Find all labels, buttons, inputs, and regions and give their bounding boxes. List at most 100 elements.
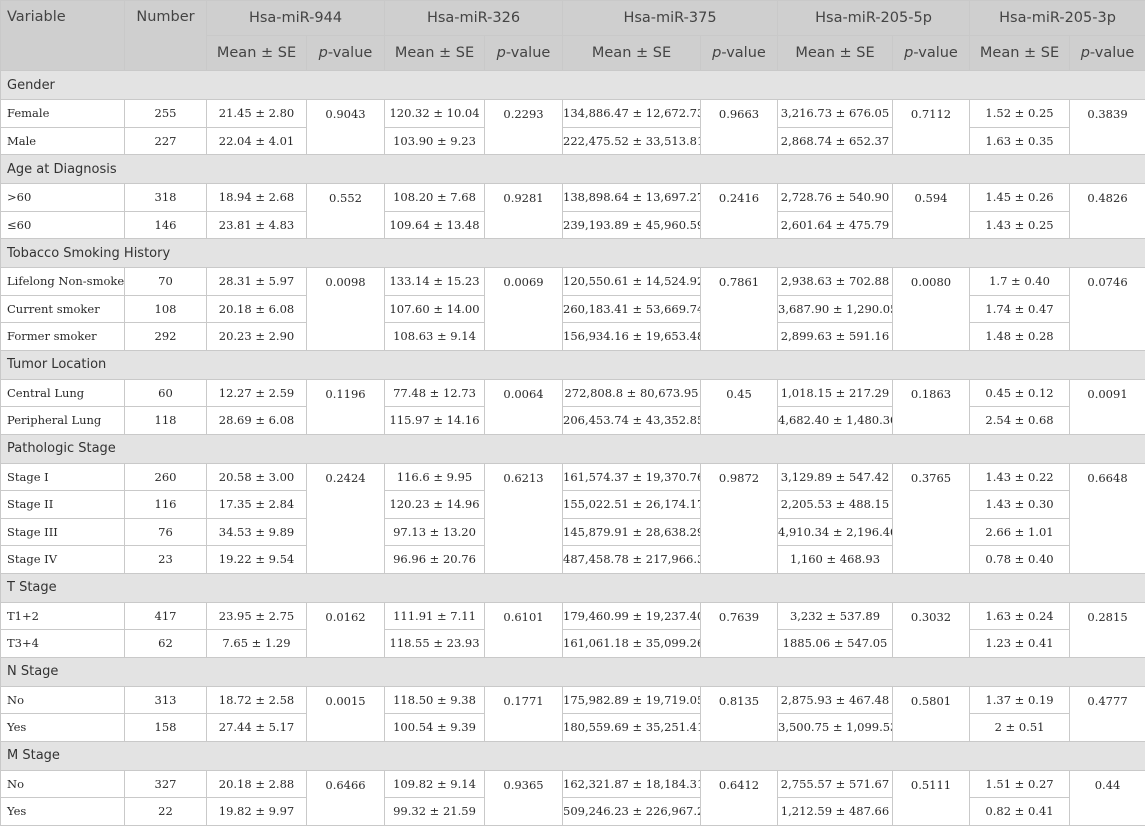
number-cell: 255 — [124, 99, 207, 128]
p-value-cell: 0.7861 — [700, 267, 778, 351]
table-row: Yes 158 27.44 ± 5.17 100.54 ± 9.39 180,559.6… — [0, 713, 1145, 742]
variable-cell: Central Lung — [0, 378, 125, 407]
mean-se-cell: 206,453.74 ± 43,352.85 — [562, 406, 701, 435]
number-cell: 227 — [124, 126, 207, 155]
number-cell: 118 — [124, 406, 207, 435]
section-row: Age at Diagnosis — [0, 154, 1145, 184]
mean-se-cell: 120.23 ± 14.96 — [384, 490, 485, 519]
mean-se-cell: 21.45 ± 2.80 — [206, 99, 307, 128]
mean-se-cell: 109.64 ± 13.48 — [384, 210, 485, 239]
mean-se-cell: 1.7 ± 0.40 — [969, 267, 1071, 296]
p-value-cell: 0.44 — [1069, 769, 1145, 826]
section-title: Gender — [0, 70, 1145, 100]
section-title: Pathologic Stage — [0, 433, 1145, 464]
mean-se-cell: 0.45 ± 0.12 — [969, 378, 1071, 407]
mean-se-cell: 239,193.89 ± 45,960.59 — [562, 210, 701, 239]
mean-se-cell: 116.6 ± 9.95 — [384, 462, 485, 491]
mean-se-cell: 2,728.76 ± 540.90 — [777, 183, 893, 212]
mean-se-cell: 1.51 ± 0.27 — [969, 769, 1071, 798]
number-cell: 23 — [124, 545, 207, 574]
p-value-cell: 0.8135 — [700, 685, 778, 742]
table-row: Stage II 116 17.35 ± 2.84 120.23 ± 14.96 155… — [0, 490, 1145, 519]
table-row: Yes 22 19.82 ± 9.97 99.32 ± 21.59 509,246.23… — [0, 797, 1145, 826]
p-value-cell: 0.2293 — [484, 99, 563, 155]
p-value-cell: 0.6412 — [700, 769, 778, 826]
mean-se-cell: 1.43 ± 0.22 — [969, 462, 1071, 491]
p-value-cell: 0.6101 — [484, 601, 563, 658]
section-row: T Stage — [0, 572, 1145, 603]
variable-cell: >60 — [0, 183, 125, 212]
header-mean-se: Mean ± SE — [777, 35, 893, 71]
mean-se-cell: 2.54 ± 0.68 — [969, 406, 1071, 435]
header-mean-se: Mean ± SE — [562, 35, 701, 71]
mean-se-cell: 118.55 ± 23.93 — [384, 629, 485, 658]
table-row: >60 318 18.94 ± 2.68 0.552 108.20 ± 7.68 0.92… — [0, 183, 1145, 239]
mean-se-cell: 3,500.75 ± 1,099.53 — [777, 713, 893, 742]
p-value-cell: 0.552 — [306, 183, 385, 239]
header-mean-se: Mean ± SE — [969, 35, 1071, 71]
mean-se-cell: 7.65 ± 1.29 — [206, 629, 307, 658]
p-value-cell: 0.2416 — [700, 183, 778, 239]
table-row: Stage III 76 34.53 ± 9.89 97.13 ± 13.20 145,… — [0, 517, 1145, 546]
table-row: Lifelong Non-smoker 70 28.31 ± 5.97 0.0098 1… — [0, 267, 1145, 351]
mean-se-cell: 0.82 ± 0.41 — [969, 797, 1071, 826]
mean-se-cell: 2 ± 0.51 — [969, 713, 1071, 742]
p-value-cell: 0.3032 — [891, 601, 971, 658]
table-row: T1+2 417 23.95 ± 2.75 0.0162 111.91 ± 7.11 0.… — [0, 601, 1145, 658]
variable-cell: Stage IV — [0, 545, 125, 574]
mean-se-cell: 1.43 ± 0.30 — [969, 490, 1071, 519]
mean-se-cell: 2,875.93 ± 467.48 — [777, 685, 893, 714]
mean-se-cell: 155,022.51 ± 26,174.17 — [562, 490, 701, 519]
mean-se-cell: 100.54 ± 9.39 — [384, 713, 485, 742]
header-mirna-205-5p: Hsa-miR-205-5p — [776, 0, 971, 36]
mean-se-cell: 134,886.47 ± 12,672.73 — [562, 99, 701, 128]
mean-se-cell: 3,129.89 ± 547.42 — [777, 462, 893, 491]
mean-se-cell: 3,232 ± 537.89 — [777, 601, 893, 630]
header-p-value: p-value — [891, 35, 971, 71]
p-value-cell: 0.0091 — [1069, 378, 1145, 435]
table-row: T3+4 62 7.65 ± 1.29 118.55 ± 23.93 161,061.1… — [0, 629, 1145, 658]
table-row: Current smoker 108 20.18 ± 6.08 107.60 ± 14… — [0, 294, 1145, 323]
number-cell: 76 — [124, 517, 207, 546]
table-row: Former smoker 292 20.23 ± 2.90 108.63 ± 9.1… — [0, 322, 1145, 351]
p-value-cell: 0.5111 — [891, 769, 971, 826]
mean-se-cell: 2,205.53 ± 488.15 — [777, 490, 893, 519]
mean-se-cell: 17.35 ± 2.84 — [206, 490, 307, 519]
table-row: No 313 18.72 ± 2.58 0.0015 118.50 ± 9.38 0.17… — [0, 685, 1145, 742]
mean-se-cell: 109.82 ± 9.14 — [384, 769, 485, 798]
table-row: Stage I 260 20.58 ± 3.00 0.2424 116.6 ± 9.95… — [0, 462, 1145, 574]
mean-se-cell: 19.22 ± 9.54 — [206, 545, 307, 574]
section-title: Age at Diagnosis — [0, 154, 1145, 184]
section-title: Tumor Location — [0, 349, 1145, 380]
mean-se-cell: 2,755.57 ± 571.67 — [777, 769, 893, 798]
variable-cell: Yes — [0, 713, 125, 742]
mean-se-cell: 20.18 ± 6.08 — [206, 294, 307, 323]
p-value-cell: 0.4826 — [1069, 183, 1145, 239]
mean-se-cell: 97.13 ± 13.20 — [384, 517, 485, 546]
mean-se-cell: 179,460.99 ± 19,237.40 — [562, 601, 701, 630]
mean-se-cell: 180,559.69 ± 35,251.41 — [562, 713, 701, 742]
p-value-cell: 0.0098 — [306, 267, 385, 351]
mean-se-cell: 1.43 ± 0.25 — [969, 210, 1071, 239]
mean-se-cell: 175,982.89 ± 19,719.05 — [562, 685, 701, 714]
header-mirna-326: Hsa-miR-326 — [384, 0, 563, 36]
variable-cell: Stage III — [0, 517, 125, 546]
header-mirna-944: Hsa-miR-944 — [206, 0, 385, 36]
mean-se-cell: 4,910.34 ± 2,196.40 — [777, 517, 893, 546]
mean-se-cell: 2,868.74 ± 652.37 — [777, 126, 893, 155]
mirna-expression-table: Variable Number Hsa-miR-944 Hsa-miR-326 … — [0, 0, 1145, 826]
number-cell: 292 — [124, 322, 207, 351]
mean-se-cell: 34.53 ± 9.89 — [206, 517, 307, 546]
mean-se-cell: 12.27 ± 2.59 — [206, 378, 307, 407]
number-cell: 417 — [124, 601, 207, 630]
table-row: No 327 20.18 ± 2.88 0.6466 109.82 ± 9.14 0.93… — [0, 769, 1145, 826]
header-number: Number — [124, 0, 207, 71]
number-cell: 146 — [124, 210, 207, 239]
mean-se-cell: 2,899.63 ± 591.16 — [777, 322, 893, 351]
mean-se-cell: 111.91 ± 7.11 — [384, 601, 485, 630]
mean-se-cell: 4,682.40 ± 1,480.30 — [777, 406, 893, 435]
mean-se-cell: 18.72 ± 2.58 — [206, 685, 307, 714]
number-cell: 260 — [124, 462, 207, 491]
p-value-cell: 0.9365 — [484, 769, 563, 826]
mean-se-cell: 27.44 ± 5.17 — [206, 713, 307, 742]
